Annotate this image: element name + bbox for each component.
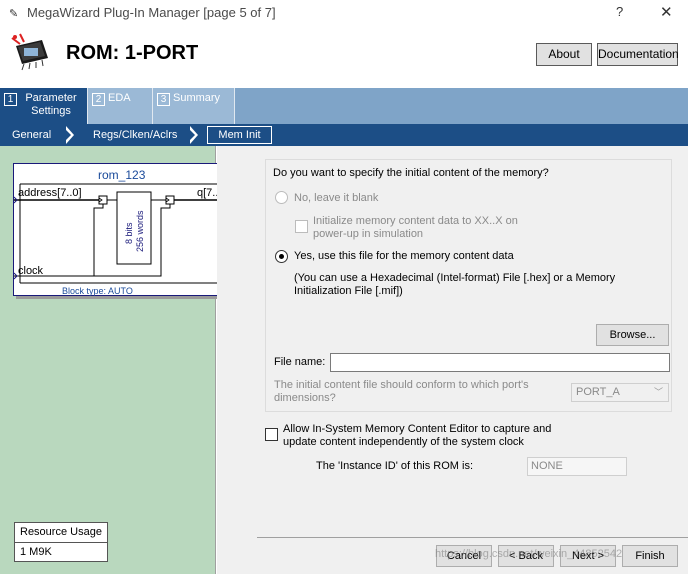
clock-pin-label: clock: [18, 265, 44, 277]
wand-icon: ✎: [9, 8, 19, 20]
tab-parameter-settings[interactable]: 1 Parameter Settings: [0, 88, 88, 124]
subnav-regs-clken-aclrs[interactable]: Regs/Clken/Aclrs: [93, 124, 177, 146]
tab-eda[interactable]: 2 EDA: [88, 88, 153, 124]
tab-strip: 1 Parameter Settings 2 EDA 3 Summary: [0, 88, 688, 124]
resource-usage-box: Resource Usage 1 M9K: [14, 522, 108, 562]
memory-content-question: Do you want to specify the initial conte…: [273, 167, 549, 179]
page-title: ROM: 1-PORT: [66, 42, 199, 64]
port-conform-label-line2: dimensions?: [274, 392, 336, 404]
block-type-label: Block type: AUTO: [62, 286, 133, 296]
megawizard-logo-icon: [11, 33, 48, 71]
help-button[interactable]: ?: [616, 4, 623, 19]
allow-in-system-editor-checkbox[interactable]: [265, 428, 278, 441]
file-format-hint-line2: Initialization File [.mif]): [294, 285, 403, 297]
right-panel: Do you want to specify the initial conte…: [217, 146, 688, 574]
port-select-value: PORT_A: [576, 386, 620, 398]
bits-label: 8 bits: [124, 222, 134, 244]
file-name-label: File name:: [274, 356, 326, 368]
wizard-header: ROM: 1-PORT About Documentation: [0, 26, 688, 88]
left-panel: rom_123 address[7..0] q[7..0] clock 8 bi…: [0, 146, 234, 574]
watermark: https://blog.csdn.net/weixin_44852542: [435, 548, 623, 560]
init-xx-label-line2: power-up in simulation: [313, 228, 424, 240]
sub-navigation: General Regs/Clken/Aclrs Mem Init: [0, 124, 688, 146]
rom-symbol-diagram: rom_123 address[7..0] q[7..0] clock 8 bi…: [14, 168, 234, 296]
finish-button[interactable]: Finish: [622, 545, 678, 567]
browse-button[interactable]: Browse...: [596, 324, 669, 346]
resource-usage-value: 1 M9K: [20, 546, 52, 558]
tab-label: Parameter Settings: [25, 92, 77, 117]
words-label: 256 words: [135, 210, 145, 252]
subnav-general[interactable]: General: [12, 124, 51, 146]
chevron-down-icon: ﹀: [653, 387, 663, 397]
instance-id-label: The 'Instance ID' of this ROM is:: [316, 460, 474, 472]
tab-label: EDA: [108, 92, 131, 104]
window-title: MegaWizard Plug-In Manager [page 5 of 7]: [27, 5, 276, 20]
radio-no-leave-blank-label: No, leave it blank: [294, 192, 379, 204]
allow-editor-label-line2: update content independently of the syst…: [283, 436, 524, 448]
tab-summary[interactable]: 3 Summary: [153, 88, 235, 124]
chevron-right-icon: [188, 126, 198, 144]
radio-no-leave-blank[interactable]: [275, 191, 288, 204]
subnav-mem-init[interactable]: Mem Init: [207, 126, 272, 144]
port-select[interactable]: PORT_A ﹀: [571, 383, 669, 402]
file-format-hint-line1: (You can use a Hexadecimal (Intel-format…: [294, 272, 616, 284]
title-bar: ✎ MegaWizard Plug-In Manager [page 5 of …: [0, 0, 688, 26]
radio-yes-use-file-label: Yes, use this file for the memory conten…: [294, 250, 514, 262]
resource-usage-header: Resource Usage: [15, 523, 107, 543]
radio-yes-use-file[interactable]: [275, 250, 288, 263]
tab-number: 3: [157, 93, 170, 106]
allow-editor-label-line1: Allow In-System Memory Content Editor to…: [283, 423, 552, 435]
documentation-button[interactable]: Documentation: [597, 43, 679, 66]
tab-label: Summary: [173, 92, 221, 104]
rom-symbol: rom_123 address[7..0] q[7..0] clock 8 bi…: [13, 163, 234, 296]
init-xx-label-line1: Initialize memory content data to XX..X …: [313, 215, 518, 227]
port-conform-label-line1: The initial content file should conform …: [274, 379, 529, 391]
file-name-input[interactable]: [330, 353, 670, 372]
tab-number: 1: [4, 93, 17, 106]
footer-divider: [257, 537, 688, 538]
about-button[interactable]: About: [536, 43, 592, 66]
instance-id-field[interactable]: NONE: [527, 457, 627, 476]
init-xx-checkbox[interactable]: [295, 220, 308, 233]
chevron-right-icon: [64, 126, 74, 144]
close-button[interactable]: ✕: [660, 3, 673, 21]
address-pin-label: address[7..0]: [18, 187, 82, 199]
symbol-name: rom_123: [98, 168, 146, 182]
tab-number: 2: [92, 93, 105, 106]
